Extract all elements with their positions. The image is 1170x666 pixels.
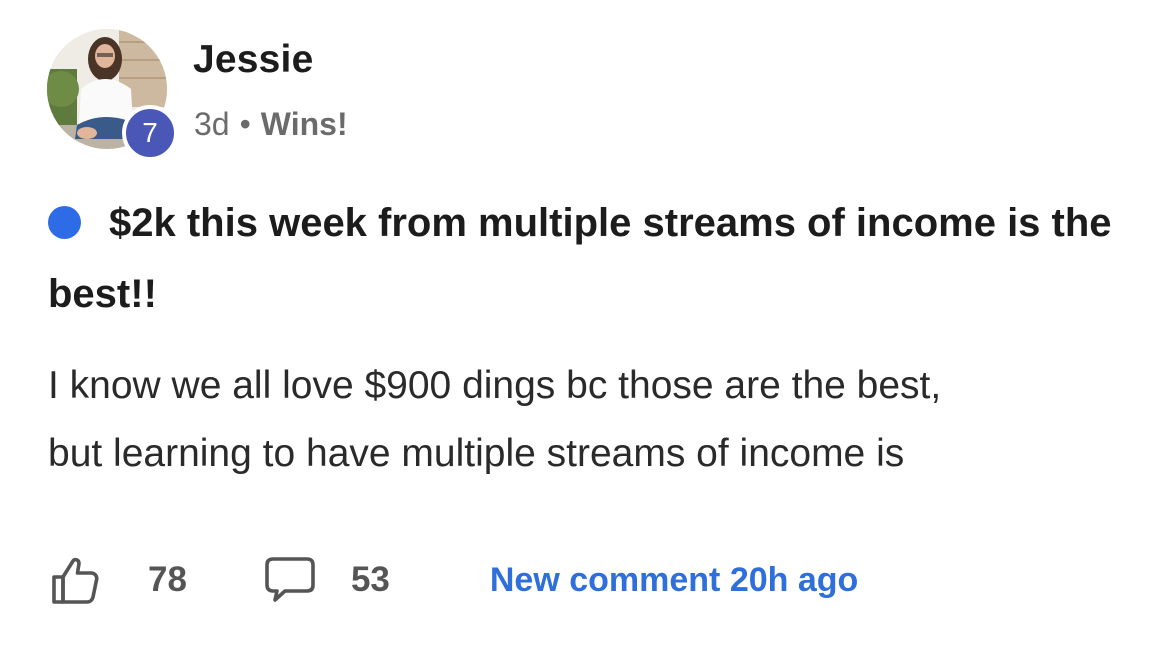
post-title[interactable]: $2k this week from multiple streams of i… xyxy=(48,188,1138,330)
unread-indicator xyxy=(48,206,81,239)
comment-count[interactable]: 53 xyxy=(351,560,390,600)
post-time: 3d xyxy=(194,106,230,142)
level-badge: 7 xyxy=(122,105,178,161)
post-title-text: $2k this week from multiple streams of i… xyxy=(48,201,1112,316)
post-body-line: but learning to have multiple streams of… xyxy=(48,432,905,475)
author-name[interactable]: Jessie xyxy=(193,38,314,82)
author-avatar-wrap[interactable]: 7 xyxy=(47,29,178,161)
meta-separator: • xyxy=(239,106,251,142)
speech-bubble-icon[interactable] xyxy=(263,553,317,607)
like-count[interactable]: 78 xyxy=(148,560,187,600)
post-footer: 78 53 New comment 20h ago xyxy=(48,553,858,607)
post-meta: 3d • Wins! xyxy=(194,106,348,143)
post-body[interactable]: I know we all love $900 dings bc those a… xyxy=(48,352,1148,488)
new-comment-link[interactable]: New comment 20h ago xyxy=(490,561,858,600)
post-card[interactable]: 7 Jessie 3d • Wins! $2k this week from m… xyxy=(0,0,1170,666)
post-category[interactable]: Wins! xyxy=(261,106,348,143)
thumbs-up-icon[interactable] xyxy=(48,553,102,607)
post-body-line: I know we all love $900 dings bc those a… xyxy=(48,364,942,407)
